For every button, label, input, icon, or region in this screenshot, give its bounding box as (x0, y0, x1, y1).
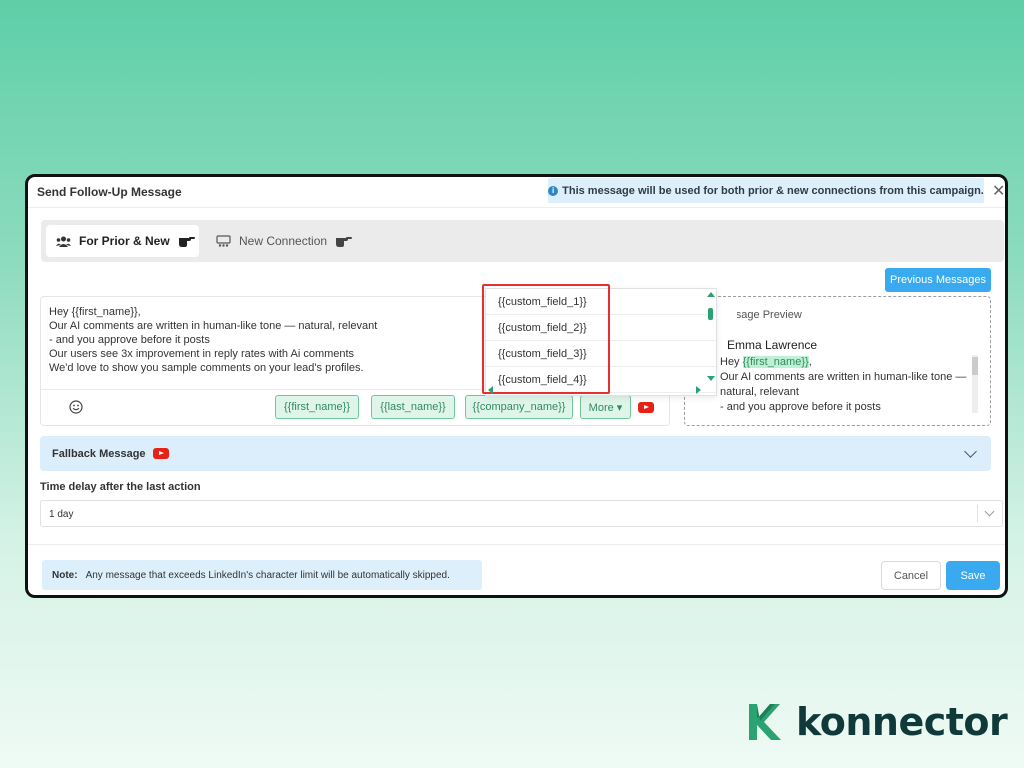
scroll-up-icon[interactable] (707, 292, 715, 297)
chevron-down-icon[interactable] (984, 506, 995, 517)
message-line: - and you approve before it posts (49, 334, 210, 346)
message-line: We'd love to show you sample comments on… (49, 362, 364, 374)
message-line: Our AI comments are written in human-lik… (49, 320, 378, 332)
fallback-label: Fallback Message (52, 448, 146, 460)
cancel-button[interactable]: Cancel (881, 561, 941, 590)
fallback-message-accordion[interactable]: Fallback Message (40, 436, 991, 471)
delay-value: 1 day (49, 509, 74, 520)
note-text: Any message that exceeds LinkedIn's char… (85, 569, 450, 581)
message-line: Hey {{first_name}}, (49, 306, 141, 318)
message-line: Our users see 3x improvement in reply ra… (49, 348, 355, 360)
last-name-chip[interactable]: {{last_name}} (371, 395, 455, 419)
divider (977, 505, 978, 522)
message-preview: Message Preview Emma Lawrence Hey {{firs… (684, 296, 991, 426)
emoji-icon[interactable] (69, 400, 83, 414)
message-text[interactable]: Hey {{first_name}}, Our AI comments are … (49, 305, 377, 375)
close-icon[interactable]: ✕ (992, 181, 1005, 201)
info-banner: i This message will be used for both pri… (548, 178, 984, 203)
tabs-bar: For Prior & New New Connection (41, 220, 1004, 262)
delay-label: Time delay after the last action (40, 481, 201, 493)
tab-new-connection[interactable]: New Connection (216, 225, 353, 257)
divider (28, 207, 1005, 208)
info-icon: i (548, 185, 559, 196)
previous-messages-button[interactable]: Previous Messages (885, 268, 991, 292)
network-icon (216, 235, 231, 247)
divider (28, 544, 1005, 545)
scroll-right-icon[interactable] (696, 386, 701, 394)
character-limit-note: Note: Any message that exceeds LinkedIn'… (42, 560, 482, 590)
preview-variable: {{first_name}} (742, 356, 809, 368)
dropdown-scroll-thumb[interactable] (708, 308, 713, 320)
note-prefix: Note: (52, 569, 78, 581)
chevron-down-icon[interactable] (964, 445, 977, 458)
delay-select[interactable]: 1 day (40, 500, 1003, 527)
preview-greeting: Hey {{first_name}}, (720, 356, 812, 368)
users-icon (56, 236, 71, 247)
tab-label: For Prior & New (79, 234, 170, 248)
youtube-icon[interactable] (638, 402, 654, 413)
follow-up-modal: Send Follow-Up Message i This message wi… (25, 174, 1008, 598)
scroll-left-icon[interactable] (488, 386, 493, 394)
modal-title: Send Follow-Up Message (37, 185, 182, 199)
konnector-logo-icon (749, 704, 781, 740)
info-banner-text: This message will be used for both prior… (562, 184, 984, 197)
highlight-box (482, 284, 610, 394)
youtube-icon[interactable] (153, 448, 169, 459)
first-name-chip[interactable]: {{first_name}} (275, 395, 359, 419)
more-dropdown-button[interactable]: More ▾ (580, 395, 631, 419)
pointing-hand-icon (336, 237, 353, 247)
preview-line: Our AI comments are written in human-lik… (720, 371, 967, 383)
brand-logo: konnector (746, 700, 1008, 744)
tab-prior-and-new[interactable]: For Prior & New (46, 225, 199, 257)
tab-label: New Connection (239, 234, 328, 248)
save-button[interactable]: Save (946, 561, 1000, 590)
pointing-hand-icon (178, 237, 195, 247)
preview-line: - and you approve before it posts (720, 401, 881, 413)
brand-name: konnector (796, 700, 1008, 744)
preview-scroll-thumb[interactable] (972, 357, 978, 375)
preview-body: Hey {{first_name}}, Our AI comments are … (720, 355, 970, 415)
preview-line: natural, relevant (720, 386, 799, 398)
scroll-down-icon[interactable] (707, 376, 715, 381)
company-name-chip[interactable]: {{company_name}} (465, 395, 573, 419)
preview-contact-name: Emma Lawrence (727, 338, 818, 352)
